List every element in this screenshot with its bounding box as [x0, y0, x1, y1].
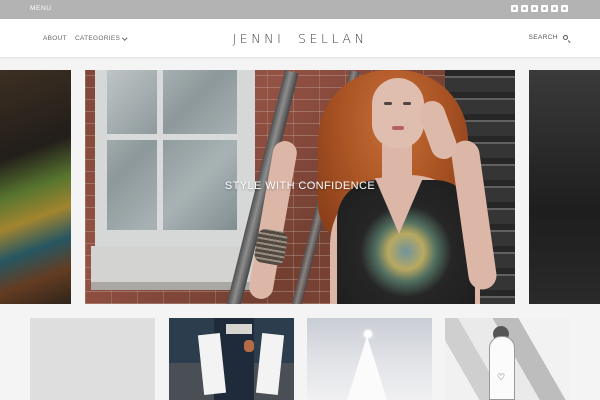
search-button[interactable]: SEARCH	[528, 34, 568, 41]
site-logo[interactable]: JENNI SELLAN	[0, 31, 600, 46]
search-label: SEARCH	[528, 34, 558, 41]
social-icons	[511, 5, 568, 12]
post-thumbnail-3[interactable]	[307, 318, 432, 400]
slide-next[interactable]	[529, 70, 600, 304]
tree-star	[364, 330, 372, 338]
hand	[244, 340, 254, 352]
white-christmas-tree	[347, 336, 387, 400]
post-thumbnail-1[interactable]	[30, 318, 155, 400]
menu-link[interactable]: MENU	[30, 5, 52, 12]
site-header: ABOUT CATEGORIES JENNI SELLAN SEARCH	[0, 19, 600, 57]
person-figure	[489, 336, 515, 400]
post-thumbnail-2[interactable]	[169, 318, 294, 400]
google-plus-icon[interactable]	[531, 5, 538, 12]
linkedin-icon[interactable]	[541, 5, 548, 12]
search-icon	[563, 35, 568, 40]
clutch-bag	[226, 324, 252, 334]
heart-icon: ♡	[497, 373, 506, 383]
instagram-icon[interactable]	[551, 5, 558, 12]
pinterest-icon[interactable]	[561, 5, 568, 12]
slide-previous[interactable]	[0, 70, 71, 304]
twitter-icon[interactable]	[521, 5, 528, 12]
slide-title[interactable]: STYLE WITH CONFIDENCE	[85, 180, 515, 192]
facebook-icon[interactable]	[511, 5, 518, 12]
top-bar: MENU	[0, 0, 600, 19]
post-thumbnail-4[interactable]: ♡	[445, 318, 570, 400]
